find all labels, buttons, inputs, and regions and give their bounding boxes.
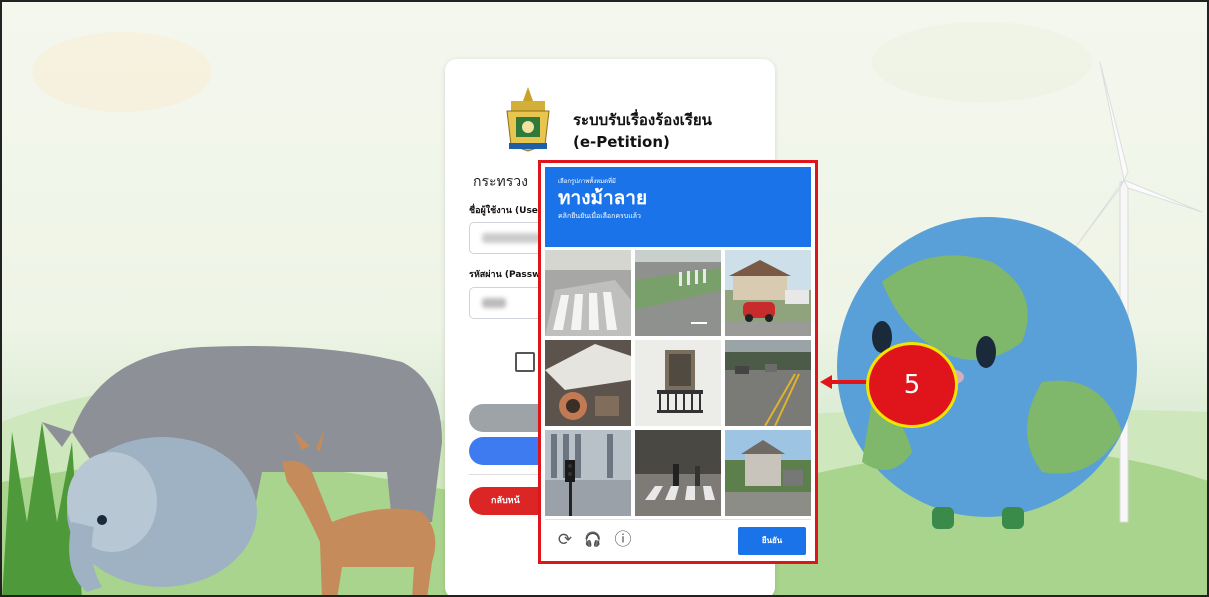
- reload-icon[interactable]: ⟳: [555, 530, 575, 550]
- audio-icon[interactable]: 🎧: [583, 530, 603, 550]
- captcha-tile-6[interactable]: [725, 340, 811, 426]
- captcha-tile-1[interactable]: [545, 250, 631, 336]
- captcha-instruction: เลือกรูปภาพทั้งหมดที่มี: [558, 178, 616, 185]
- ministry-emblem: [506, 87, 550, 152]
- captcha-tile-8[interactable]: [635, 430, 721, 516]
- screenshot-frame: ระบบรับเรื่องร้องเรียน (e-Petition) กระท…: [0, 0, 1209, 597]
- captcha-header: เลือกรูปภาพทั้งหมดที่มี ทางม้าลาย คลิกยื…: [545, 167, 811, 247]
- captcha-tile-9[interactable]: [725, 430, 811, 516]
- captcha-tile-2[interactable]: [635, 250, 721, 336]
- system-title-thai: ระบบรับเรื่องร้องเรียน: [573, 111, 712, 129]
- username-value-blurred: [482, 233, 542, 243]
- captcha-tile-5[interactable]: [635, 340, 721, 426]
- captcha-sub-instruction: คลิกยืนยันเมื่อเลือกครบแล้ว: [558, 212, 641, 220]
- password-value-blurred: [482, 298, 506, 308]
- info-icon[interactable]: ⓘ: [613, 530, 633, 550]
- password-label: รหัสผ่าน (Passwo: [469, 270, 547, 280]
- captcha-tile-4[interactable]: [545, 340, 631, 426]
- captcha-image-grid: [545, 250, 811, 516]
- step-number-badge: 5: [866, 342, 958, 428]
- ministry-name: กระทรวง: [473, 174, 528, 190]
- recaptcha-checkbox[interactable]: [515, 352, 535, 372]
- verify-button[interactable]: ยืนยัน: [738, 527, 806, 555]
- annotation-arrow-head-icon: [820, 375, 832, 389]
- captcha-target-object: ทางม้าลาย: [558, 187, 648, 209]
- captcha-tile-7[interactable]: [545, 430, 631, 516]
- system-title-english: (e-Petition): [573, 133, 670, 151]
- system-title: ระบบรับเรื่องร้องเรียน (e-Petition): [573, 109, 712, 153]
- captcha-footer: ⟳ 🎧 ⓘ ยืนยัน: [545, 519, 811, 561]
- captcha-tile-3[interactable]: [725, 250, 811, 336]
- captcha-challenge: เลือกรูปภาพทั้งหมดที่มี ทางม้าลาย คลิกยื…: [538, 160, 818, 564]
